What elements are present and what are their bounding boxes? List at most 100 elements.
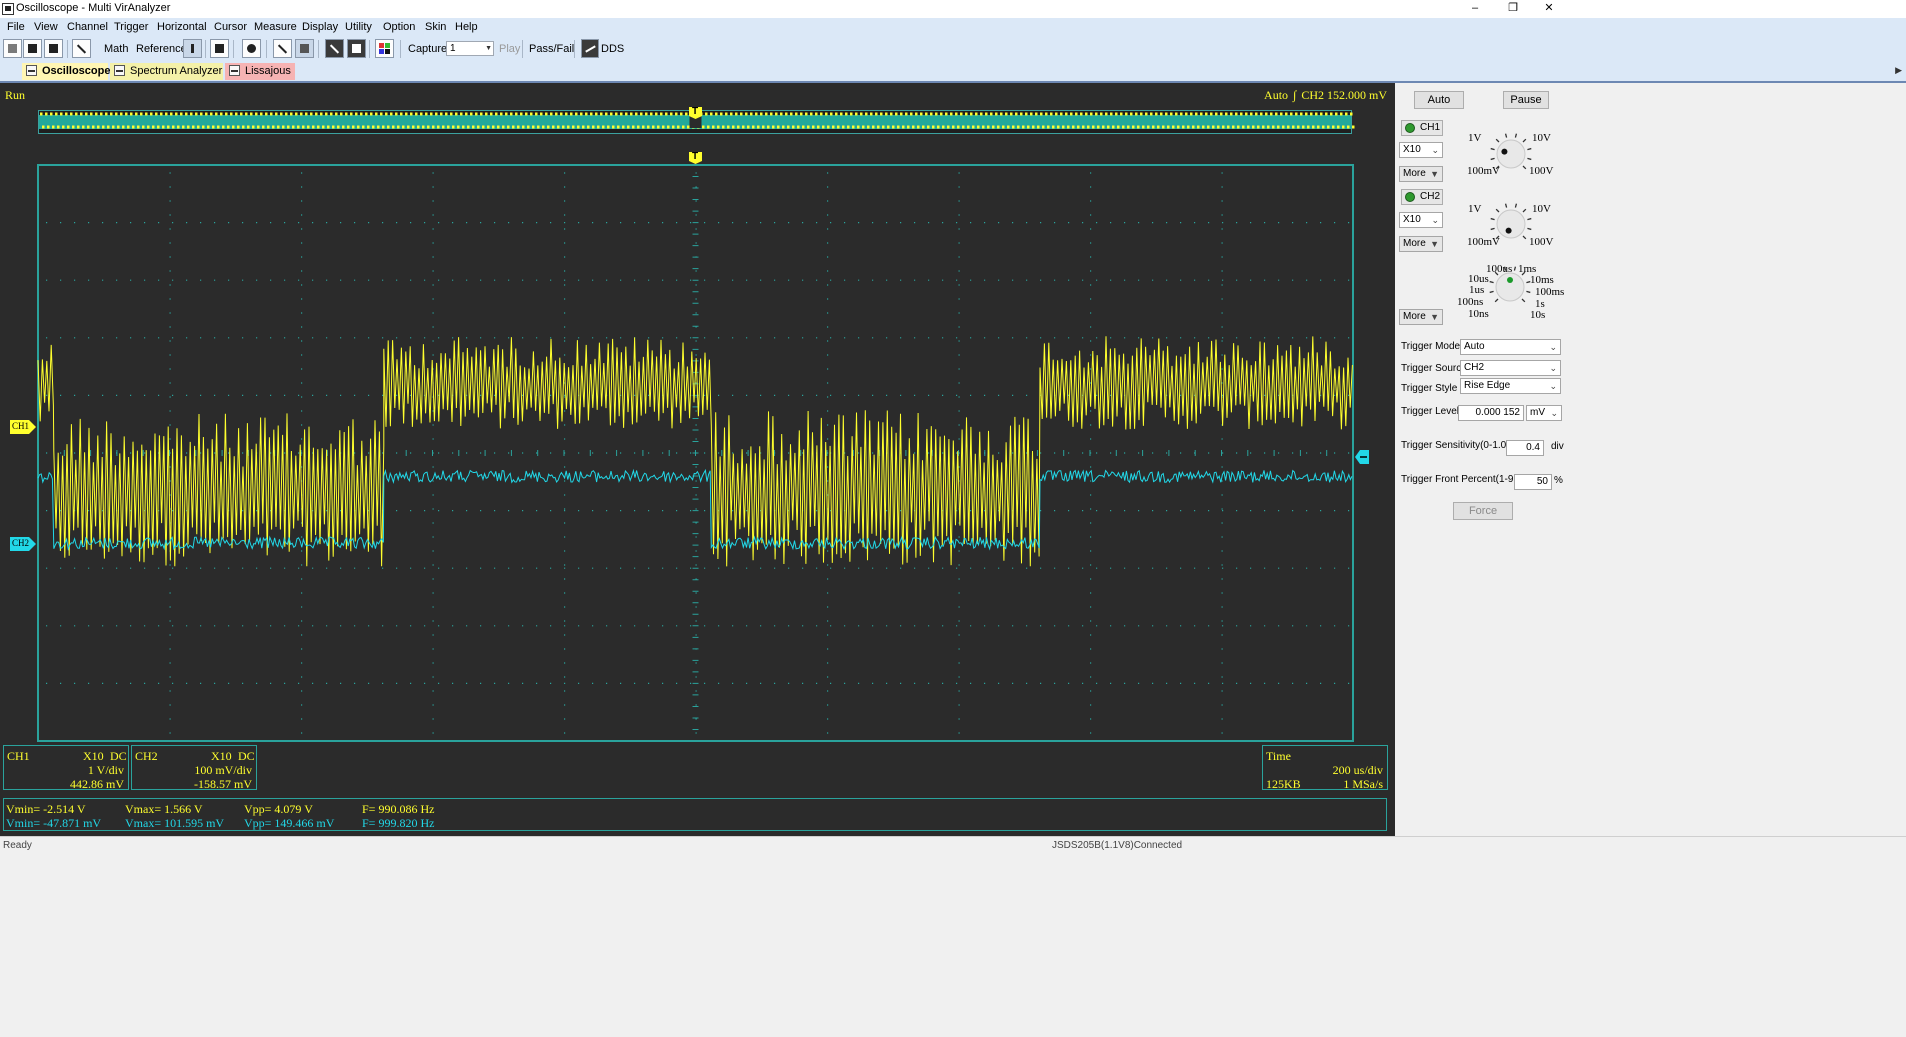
capture-label: Capture xyxy=(408,43,448,55)
chevron-down-icon: ▼ xyxy=(485,45,492,52)
help-icon[interactable] xyxy=(44,39,63,58)
pointer-icon[interactable] xyxy=(72,39,91,58)
ch1-more-button[interactable]: More ▼ xyxy=(1399,166,1443,182)
ch2-vpp: Vpp= 149.466 mV xyxy=(244,816,335,830)
close-button[interactable]: ✕ xyxy=(1526,0,1572,18)
ch1-vmax: Vmax= 1.566 V xyxy=(125,802,203,816)
time-more-button[interactable]: More ▼ xyxy=(1399,309,1443,325)
ch1-info-box[interactable]: CH1 X10 DC 1 V/div 442.86 mV xyxy=(3,745,129,791)
chevron-down-icon: ⌄ xyxy=(1549,363,1557,373)
trigger-position-marker[interactable]: T xyxy=(689,151,702,164)
menu-view[interactable]: View xyxy=(34,21,58,33)
trigger-level-label: Trigger Level xyxy=(1401,406,1459,417)
force-trigger-button[interactable]: Force xyxy=(1453,502,1513,520)
app-icon xyxy=(2,3,14,15)
math-button[interactable]: Math xyxy=(104,43,128,55)
menu-help[interactable]: Help xyxy=(455,21,478,33)
stop-display-icon[interactable] xyxy=(210,39,229,58)
menu-utility[interactable]: Utility xyxy=(345,21,372,33)
trigger-front-percent-input[interactable]: 50 xyxy=(1514,474,1552,490)
title-bar: Oscilloscope - Multi VirAnalyzer – ❐ ✕ xyxy=(0,0,1906,18)
color-icon[interactable] xyxy=(375,39,394,58)
draw-line-icon[interactable] xyxy=(325,39,344,58)
ch1-enable-toggle[interactable]: CH1 xyxy=(1401,120,1443,136)
trigger-overview-marker: T xyxy=(689,106,702,119)
trigger-level-input[interactable]: 0.000 152 xyxy=(1458,405,1524,421)
menu-channel[interactable]: Channel xyxy=(67,21,108,33)
trigger-style-label: Trigger Style xyxy=(1401,383,1458,394)
menu-cursor[interactable]: Cursor xyxy=(214,21,247,33)
trigger-source-label: Trigger Source xyxy=(1401,363,1467,374)
ch2-more-button[interactable]: More ▼ xyxy=(1399,236,1443,252)
trigger-style-select[interactable]: Rise Edge ⌄ xyxy=(1460,378,1561,394)
passfail-button[interactable]: Pass/Fail xyxy=(529,43,574,55)
zoom-icon[interactable] xyxy=(273,39,292,58)
menu-trigger[interactable]: Trigger xyxy=(114,21,148,33)
tab-bar: Oscilloscope Spectrum Analyzer Lissajous… xyxy=(0,62,1906,83)
chevron-down-icon: ▼ xyxy=(1430,312,1439,322)
ch2-level-marker[interactable]: CH2 xyxy=(10,537,36,551)
reference-button[interactable]: Reference xyxy=(136,43,187,55)
ch1-probe-select[interactable]: X10 ⌄ xyxy=(1399,142,1443,158)
tab-oscilloscope[interactable]: Oscilloscope xyxy=(22,63,110,80)
spectrum-icon xyxy=(114,65,125,76)
play-button[interactable]: Play xyxy=(499,43,520,55)
pause-button[interactable]: Pause xyxy=(1503,91,1549,109)
ch2-frequency: F= 999.820 Hz xyxy=(362,816,435,830)
dds-icon[interactable] xyxy=(581,39,599,58)
menu-display[interactable]: Display xyxy=(302,21,338,33)
ch2-probe-select[interactable]: X10 ⌄ xyxy=(1399,212,1443,228)
trigger-sensitivity-input[interactable]: 0.4 xyxy=(1506,440,1544,456)
ch1-level-marker[interactable]: CH1 xyxy=(10,420,36,434)
menu-measure[interactable]: Measure xyxy=(254,21,297,33)
chevron-down-icon: ⌄ xyxy=(1549,381,1557,391)
trigger-mode-select[interactable]: Auto ⌄ xyxy=(1460,339,1561,355)
auto-button[interactable]: Auto xyxy=(1414,91,1464,109)
chevron-down-icon: ⌄ xyxy=(1550,408,1558,418)
lissajous-icon xyxy=(229,65,240,76)
menu-option[interactable]: Option xyxy=(383,21,415,33)
settings-icon[interactable] xyxy=(242,39,261,58)
chevron-down-icon: ⌄ xyxy=(1431,215,1439,225)
menu-skin[interactable]: Skin xyxy=(425,21,446,33)
status-text: Ready xyxy=(3,840,32,851)
measurement-panel: Vmin= -2.514 V Vmax= 1.566 V Vpp= 4.079 … xyxy=(3,798,1387,831)
tab-spectrum-analyzer[interactable]: Spectrum Analyzer xyxy=(110,63,223,80)
control-panel: Auto Pause CH1 X10 ⌄ More ▼ 1V 10V 100mV 1… xyxy=(1396,83,1906,836)
stop-icon[interactable] xyxy=(347,39,366,58)
ch1-frequency: F= 990.086 Hz xyxy=(362,802,435,816)
chevron-down-icon: ▼ xyxy=(1430,239,1439,249)
ch2-vmax: Vmax= 101.595 mV xyxy=(125,816,225,830)
waveform-display xyxy=(37,112,1355,742)
tab-scroll-right-icon[interactable]: ▶ xyxy=(1895,65,1902,76)
toolbar: Math Reference Capture 1 ▼ Play Pass/Fail… xyxy=(0,36,1906,63)
trigger-front-percent-label: Trigger Front Percent(1-99) xyxy=(1401,474,1523,485)
menu-file[interactable]: File xyxy=(7,21,25,33)
ch2-led-icon xyxy=(1405,192,1415,202)
open-icon[interactable] xyxy=(3,39,22,58)
ch2-info-box[interactable]: CH2 X10 DC 100 mV/div -158.57 mV xyxy=(131,745,257,791)
ch1-vmin: Vmin= -2.514 V xyxy=(6,802,86,816)
trigger-level-unit-select[interactable]: mV ⌄ xyxy=(1526,405,1562,421)
trigger-level-marker[interactable] xyxy=(1355,450,1369,464)
trigger-source-select[interactable]: CH2 ⌄ xyxy=(1460,360,1561,376)
capture-count-select[interactable]: 1 ▼ xyxy=(446,41,494,56)
persist-icon[interactable] xyxy=(295,39,314,58)
trigger-sensitivity-label: Trigger Sensitivity(0-1.0) xyxy=(1401,440,1510,451)
status-bar: Ready JSDS205B(1.1V8)Connected xyxy=(0,836,1906,1037)
trigger-mode-label: Trigger Mode xyxy=(1401,341,1461,352)
cursor-mode-icon[interactable] xyxy=(183,39,202,58)
save-icon[interactable] xyxy=(23,39,42,58)
time-info-box[interactable]: Time 200 us/div 125KB 1 MSa/s xyxy=(1262,745,1388,791)
connection-status: JSDS205B(1.1V8)Connected xyxy=(1052,840,1183,851)
chevron-down-icon: ⌄ xyxy=(1549,342,1557,352)
scope-screen[interactable]: Run Auto ∫ CH2 152.000 mV CH1 CH2 T T CH… xyxy=(0,83,1395,836)
ch1-led-icon xyxy=(1405,123,1415,133)
dds-button[interactable]: DDS xyxy=(601,43,624,55)
ch2-enable-toggle[interactable]: CH2 xyxy=(1401,189,1443,205)
menu-horizontal[interactable]: Horizontal xyxy=(157,21,207,33)
ch1-vpp: Vpp= 4.079 V xyxy=(244,802,313,816)
chevron-down-icon: ▼ xyxy=(1430,169,1439,179)
menu-bar: File View Channel Trigger Horizontal Cur… xyxy=(0,18,1906,36)
tab-lissajous[interactable]: Lissajous xyxy=(225,63,295,80)
